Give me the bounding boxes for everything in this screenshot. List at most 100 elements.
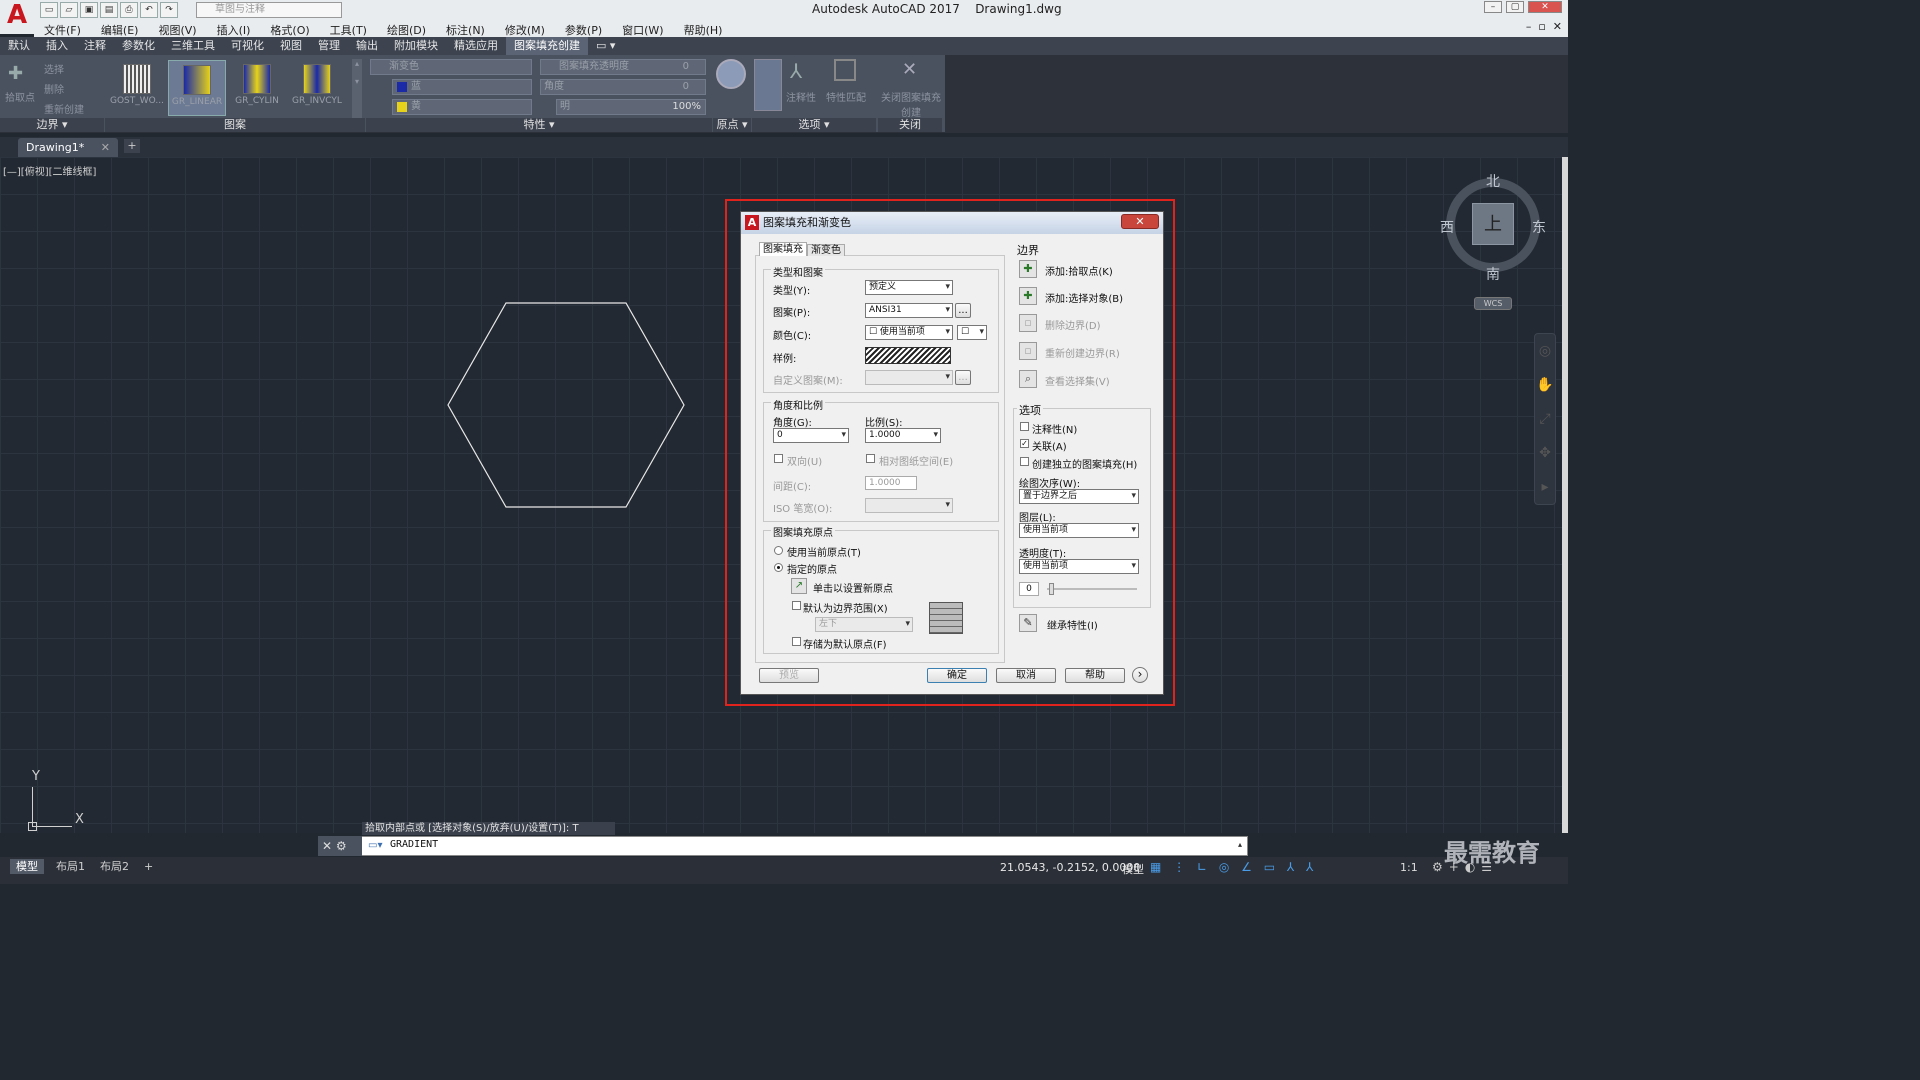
pattern-swatch-preview[interactable] <box>865 347 951 364</box>
layout-tab-2[interactable]: 布局2 <box>94 859 135 874</box>
close-hatch-icon[interactable]: ✕ <box>902 59 917 80</box>
tab-hatch[interactable]: 图案填充 <box>759 242 807 256</box>
tint-slider[interactable]: 明 100% <box>556 99 706 115</box>
dialog-close-button[interactable]: ✕ <box>1121 214 1159 229</box>
menu-view[interactable]: 视图(V) <box>148 20 206 37</box>
autocad-logo-icon[interactable]: A <box>0 0 34 34</box>
hexagon-outline[interactable] <box>447 302 685 508</box>
iso-pen-select[interactable] <box>865 498 953 513</box>
menu-edit[interactable]: 编辑(E) <box>91 20 149 37</box>
redo-icon[interactable]: ↷ <box>160 2 178 18</box>
gradient-color1-select[interactable]: 蓝 <box>392 79 532 95</box>
pick-points-icon[interactable]: ✚ <box>8 63 23 84</box>
viewcube-top-face[interactable]: 上 <box>1472 203 1514 245</box>
transparency-slider-track[interactable] <box>1047 588 1137 590</box>
coordinates-display[interactable]: 21.0543, -0.2152, 0.0000 <box>1000 861 1140 874</box>
tab-3d-tools[interactable]: 三维工具 <box>163 37 223 55</box>
inherit-properties-button[interactable]: 继承特性(I) <box>1047 617 1098 632</box>
save-icon[interactable]: ▣ <box>80 2 98 18</box>
remove-boundaries-button[interactable]: 删除边界(D) <box>1045 317 1101 332</box>
double-checkbox[interactable] <box>774 454 783 463</box>
ribbon-toggle-icon[interactable]: ▭ ▾ <box>588 37 623 55</box>
menu-draw[interactable]: 绘图(D) <box>377 20 436 37</box>
pattern-gost-wood[interactable]: GOST_WO... <box>108 60 166 116</box>
add-layout-button[interactable]: + <box>138 859 159 874</box>
match-properties-icon[interactable] <box>834 59 856 81</box>
pattern-gr-cylin[interactable]: GR_CYLIN <box>228 60 286 116</box>
vertical-scrollbar[interactable] <box>1562 157 1568 833</box>
transparency-number[interactable]: 0 <box>1019 582 1039 596</box>
specified-origin-radio[interactable] <box>774 563 783 572</box>
menu-dimension[interactable]: 标注(N) <box>436 20 495 37</box>
pattern-gr-linear[interactable]: GR_LINEAR <box>168 60 226 116</box>
custom-pattern-select[interactable] <box>865 370 953 385</box>
tab-gradient[interactable]: 渐变色 <box>807 244 845 256</box>
set-origin-icon-button[interactable]: ↗ <box>791 578 807 594</box>
layout-tab-1[interactable]: 布局1 <box>50 859 91 874</box>
tab-addins[interactable]: 附加模块 <box>386 37 446 55</box>
associative-button[interactable] <box>754 59 782 111</box>
store-default-checkbox[interactable] <box>792 637 801 646</box>
compass-south[interactable]: 南 <box>1486 264 1500 284</box>
layer-select[interactable]: 使用当前项 <box>1019 523 1139 538</box>
drawing-tab[interactable]: Drawing1* ✕ <box>18 138 118 157</box>
menu-window[interactable]: 窗口(W) <box>612 20 673 37</box>
background-color-select[interactable]: ☐ <box>957 325 987 340</box>
pattern-gr-invcyl[interactable]: GR_INVCYL <box>288 60 346 116</box>
dialog-title-bar[interactable]: A 图案填充和渐变色 ✕ <box>741 212 1163 234</box>
pattern-select[interactable]: ANSI31 <box>865 303 953 318</box>
layout-tab-model[interactable]: 模型 <box>10 859 44 874</box>
menu-file[interactable]: 文件(F) <box>34 20 91 37</box>
viewport-controls[interactable]: [—][俯视][二维线框] <box>3 163 96 178</box>
default-extent-checkbox[interactable] <box>792 601 801 610</box>
wcs-menu[interactable]: WCS <box>1474 297 1512 310</box>
compass-east[interactable]: 东 <box>1532 217 1546 237</box>
open-file-icon[interactable]: ▱ <box>60 2 78 18</box>
tab-default[interactable]: 默认 <box>0 37 38 55</box>
angle-select[interactable]: 0 <box>773 428 849 443</box>
click-set-origin-label[interactable]: 单击以设置新原点 <box>813 580 893 595</box>
close-hatch-button[interactable]: 关闭图案填充创建 <box>880 89 942 119</box>
use-current-origin-radio[interactable] <box>774 546 783 555</box>
menu-insert[interactable]: 插入(I) <box>207 20 261 37</box>
recreate-boundary-button[interactable]: 重新创建边界(R) <box>1045 345 1120 360</box>
ok-button[interactable]: 确定 <box>927 668 987 683</box>
inherit-properties-icon[interactable]: ✎ <box>1019 614 1037 632</box>
workspace-select[interactable]: 草图与注释 <box>196 2 342 18</box>
tab-insert[interactable]: 插入 <box>38 37 76 55</box>
more-options-button[interactable]: › <box>1132 667 1148 683</box>
tab-view[interactable]: 视图 <box>272 37 310 55</box>
tab-featured-apps[interactable]: 精选应用 <box>446 37 506 55</box>
drafting-toggles-icon[interactable]: ▦ ⋮ ∟ ◎ ∠ ▭ ⅄ ⅄ <box>1150 860 1317 874</box>
set-origin-icon[interactable] <box>716 59 746 89</box>
view-selections-icon[interactable]: ⌕ <box>1019 370 1037 388</box>
command-line-controls[interactable]: ✕ ⚙ <box>318 836 362 856</box>
command-customize-icon[interactable]: ⚙ <box>336 839 347 853</box>
color-select[interactable]: ☐ 使用当前项 <box>865 325 953 340</box>
tab-close-icon[interactable]: ✕ <box>101 141 110 154</box>
add-pick-points-icon[interactable]: ✚ <box>1019 260 1037 278</box>
custom-browse-button[interactable]: ... <box>955 370 971 385</box>
remove-button[interactable]: 删除 <box>44 81 64 96</box>
maximize-button[interactable]: ▢ <box>1506 1 1524 13</box>
extent-position-select[interactable]: 左下 <box>815 617 913 632</box>
command-prompt-icon[interactable]: ▭▾ <box>368 840 382 851</box>
hatch-type-select[interactable]: 渐变色 <box>370 59 532 75</box>
draw-order-select[interactable]: 置于边界之后 <box>1019 489 1139 504</box>
gradient-color2-select[interactable]: 黄 <box>392 99 532 115</box>
paper-space-checkbox[interactable] <box>866 454 875 463</box>
remove-boundaries-icon[interactable]: ▫ <box>1019 314 1037 332</box>
help-button[interactable]: 帮助 <box>1065 668 1125 683</box>
doc-window-controls[interactable]: – ▫ ✕ <box>1526 20 1568 37</box>
spacing-input[interactable]: 1.0000 <box>865 476 917 490</box>
window-close-button[interactable]: ✕ <box>1528 1 1562 13</box>
hatch-angle-field[interactable]: 角度 0 <box>540 79 706 95</box>
tab-hatch-creation[interactable]: 图案填充创建 <box>506 37 588 55</box>
save-as-icon[interactable]: ▤ <box>100 2 118 18</box>
nav-tools-icon[interactable]: ◎ ✋ ⤢ ✥ ▸ <box>1535 334 1555 504</box>
select-button[interactable]: 选择 <box>44 61 64 76</box>
add-pick-points-button[interactable]: 添加:拾取点(K) <box>1045 263 1113 278</box>
command-input[interactable]: GRADIENT <box>390 839 438 850</box>
pick-points-button[interactable]: 拾取点 <box>5 89 35 104</box>
annotation-scale[interactable]: 1:1 <box>1400 861 1418 874</box>
